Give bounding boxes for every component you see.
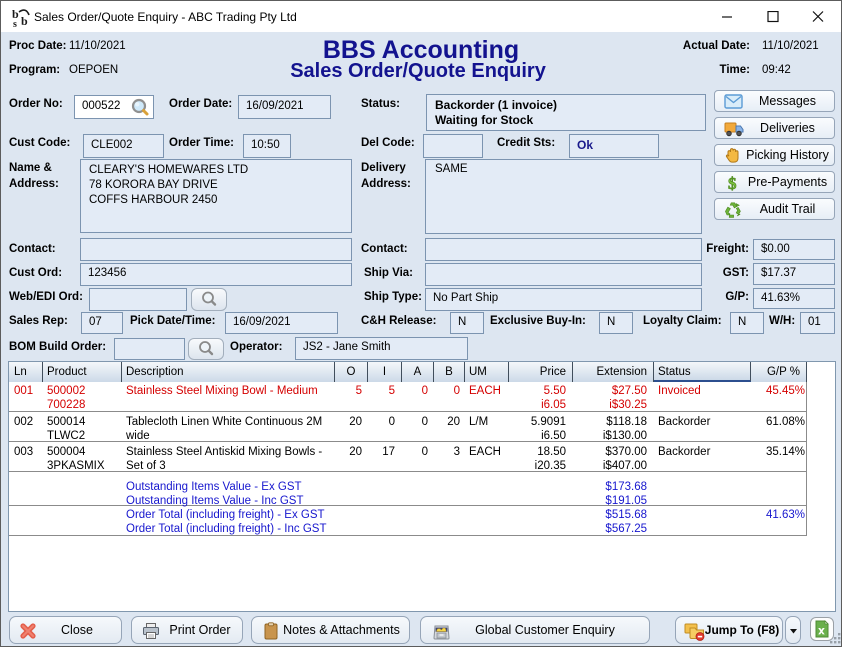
svg-text:b: b	[21, 14, 28, 28]
svg-text:s: s	[13, 19, 17, 28]
svg-text:$: $	[728, 174, 737, 192]
